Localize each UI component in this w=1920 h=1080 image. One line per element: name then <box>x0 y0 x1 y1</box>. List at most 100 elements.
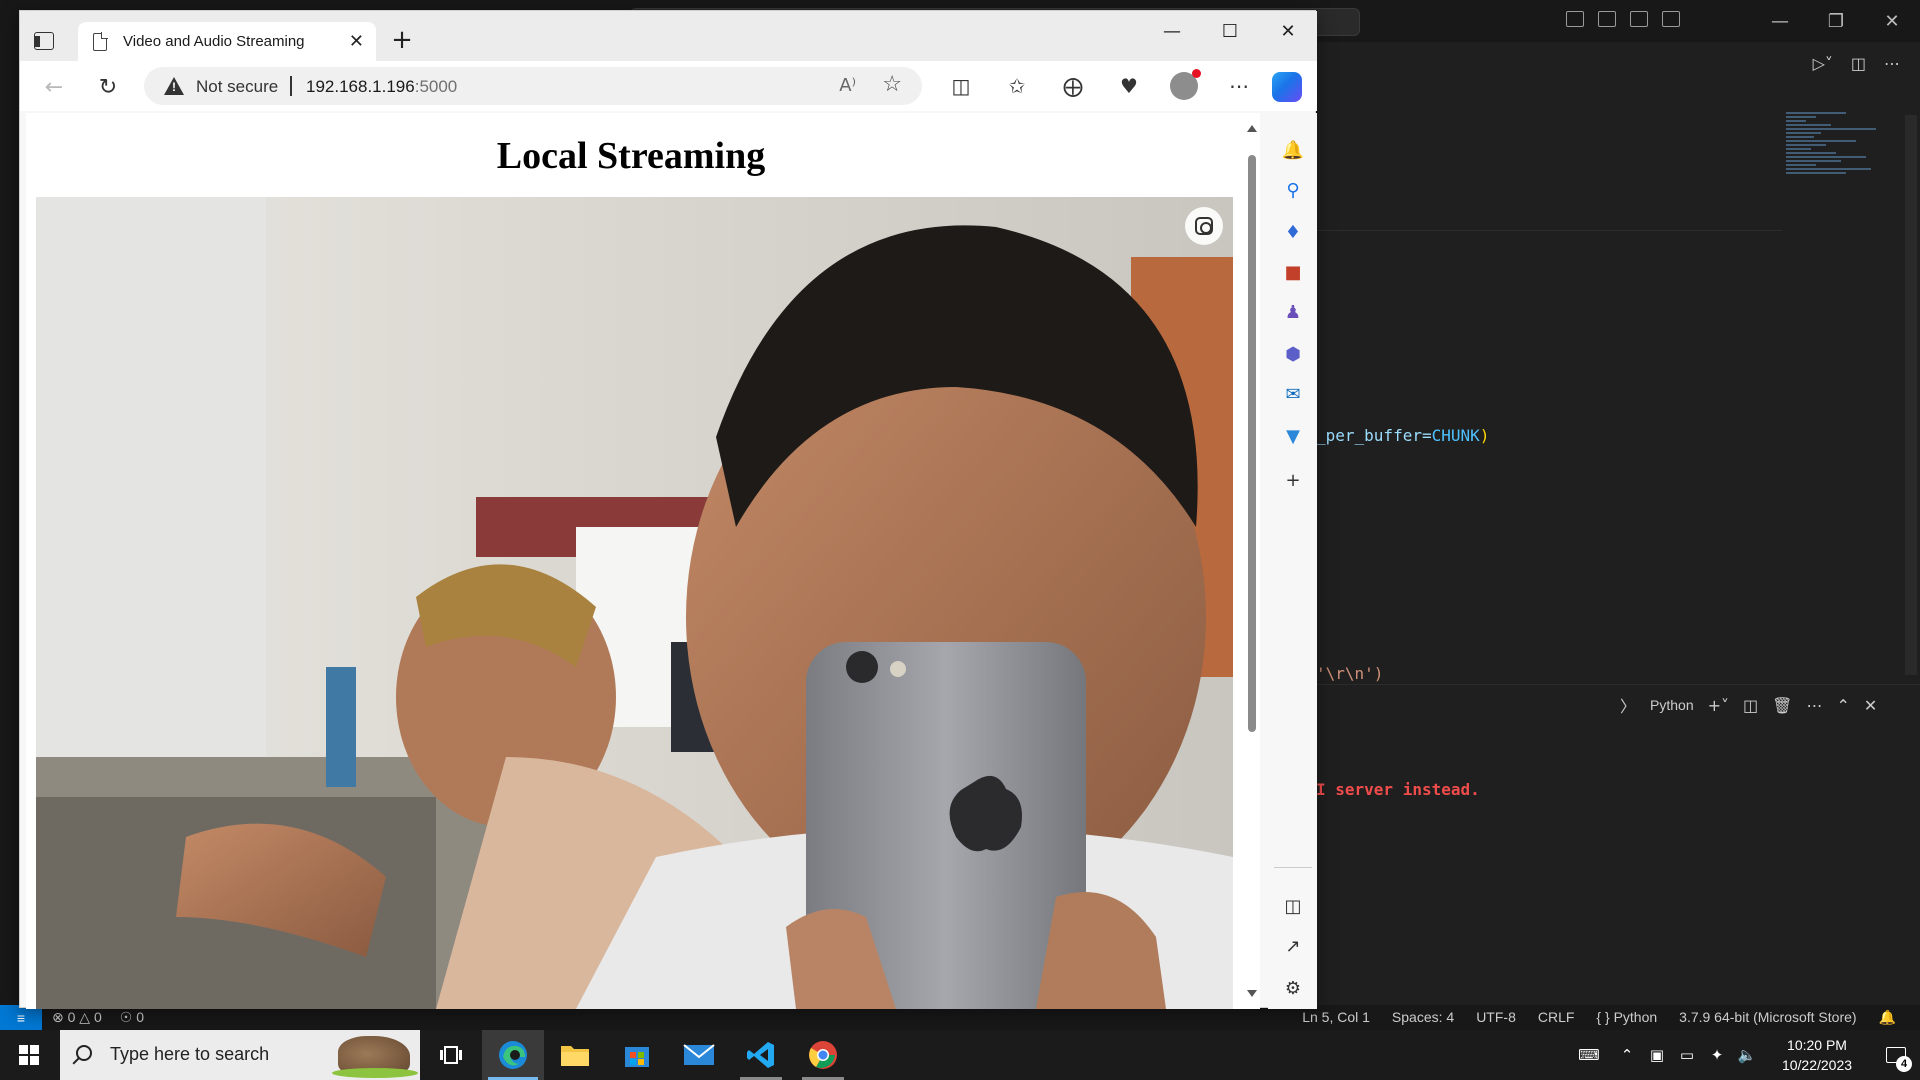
language-mode[interactable]: { } Python <box>1596 1009 1657 1026</box>
vscode-minimize-button[interactable]: — <box>1752 0 1808 42</box>
file-encoding[interactable]: UTF-8 <box>1476 1009 1516 1026</box>
problems-indicator[interactable]: ⊗ 0 △ 0 <box>52 1009 102 1026</box>
terminal-profile-label[interactable]: Python <box>1650 697 1694 713</box>
touch-keyboard-icon[interactable]: ⌨ <box>1566 1046 1612 1064</box>
notifications-bell-icon[interactable]: 🔔 <box>1879 1009 1896 1026</box>
open-external-icon[interactable]: ↗ <box>1280 933 1306 959</box>
error-count: 0 <box>67 1009 76 1025</box>
toggle-primary-sidebar-icon[interactable] <box>1566 11 1584 27</box>
close-panel-icon[interactable]: ✕ <box>1864 696 1877 715</box>
visual-search-icon[interactable] <box>1185 207 1223 245</box>
taskbar-search[interactable]: Type here to search <box>60 1030 420 1080</box>
vscode-editor-scrollbar[interactable] <box>1905 115 1917 675</box>
microsoft365-icon[interactable]: ⬢ <box>1280 341 1306 367</box>
more-actions-icon[interactable]: ⋯ <box>1884 54 1900 73</box>
microsoft-store-icon[interactable] <box>606 1030 668 1080</box>
warning-icon[interactable] <box>164 77 184 95</box>
address-bar[interactable]: Not secure 192.168.1.196:5000 A⁾ ☆ <box>144 67 922 105</box>
system-tray: ⌨ ⌃ ▣ ▭ ✦ 🔈 10:20 PM 10/22/2023 4 <box>1566 1030 1920 1080</box>
cursor-position[interactable]: Ln 5, Col 1 <box>1302 1009 1370 1026</box>
code-line-stream-open[interactable]: _per_buffer=CHUNK) <box>1316 426 1489 445</box>
terminal-error-line: I server instead. <box>1316 780 1480 799</box>
video-stream[interactable] <box>36 197 1233 1009</box>
edge-minimize-button[interactable]: — <box>1143 11 1201 51</box>
clock-time: 10:20 PM <box>1787 1037 1847 1053</box>
code-line-crlf[interactable]: '\r\n') <box>1316 664 1383 683</box>
wifi-icon[interactable]: ✦ <box>1702 1046 1732 1064</box>
python-interpreter[interactable]: 3.7.9 64-bit (Microsoft Store) <box>1679 1009 1856 1026</box>
file-explorer-icon[interactable] <box>544 1030 606 1080</box>
split-editor-icon[interactable]: ◫ <box>1851 54 1866 73</box>
favorite-star-icon[interactable]: ☆ <box>882 72 902 97</box>
mail-icon[interactable] <box>668 1030 730 1080</box>
edge-window-controls: — ☐ ✕ <box>1143 11 1317 51</box>
tab-actions-menu[interactable] <box>30 29 58 53</box>
back-button[interactable]: ← <box>40 73 68 101</box>
split-terminal-icon[interactable]: ◫ <box>1743 696 1758 715</box>
more-icon[interactable]: ⋯ <box>1224 71 1254 101</box>
vscode-minimap[interactable] <box>1786 110 1906 210</box>
search-highlight-image[interactable] <box>332 1036 418 1078</box>
customize-layout-icon[interactable] <box>1662 11 1680 27</box>
ports-indicator[interactable]: ☉ 0 <box>120 1009 144 1026</box>
maximize-panel-icon[interactable]: ⌃ <box>1836 696 1849 715</box>
url-text[interactable]: 192.168.1.196:5000 <box>306 77 457 97</box>
new-terminal-icon[interactable]: +˅ <box>1708 696 1729 715</box>
vscode-restore-button[interactable]: ❐ <box>1808 0 1864 42</box>
collections-icon[interactable]: ⨁ <box>1058 71 1088 101</box>
windows-taskbar: Type here to search ⌨ ⌃ ▣ ▭ ✦ 🔈 10:20 PM… <box>0 1030 1920 1080</box>
battery-icon[interactable]: ▭ <box>1672 1046 1702 1064</box>
show-hidden-icons-icon[interactable]: ⌃ <box>1612 1046 1642 1064</box>
tab-video-audio-streaming[interactable]: Video and Audio Streaming ✕ <box>78 22 376 61</box>
favorites-icon[interactable]: ✩ <box>1002 71 1032 101</box>
taskbar-clock[interactable]: 10:20 PM 10/22/2023 <box>1762 1035 1872 1075</box>
search-icon[interactable]: ⚲ <box>1280 177 1306 203</box>
refresh-button[interactable]: ↻ <box>94 73 122 101</box>
terminal-more-icon[interactable]: ⋯ <box>1806 696 1822 715</box>
kill-terminal-icon[interactable]: 🗑 <box>1772 696 1792 715</box>
scroll-up-arrow[interactable] <box>1247 125 1257 132</box>
address-divider <box>290 76 292 96</box>
run-python-icon[interactable]: ▷˅ <box>1813 54 1833 73</box>
vscode-icon[interactable] <box>730 1030 792 1080</box>
add-icon[interactable]: + <box>1280 467 1306 493</box>
profile-avatar[interactable] <box>1170 69 1201 100</box>
clock-date: 10/22/2023 <box>1781 1057 1853 1073</box>
end-of-line[interactable]: CRLF <box>1538 1009 1575 1026</box>
vscode-close-button[interactable]: ✕ <box>1864 0 1920 42</box>
code-paren: ) <box>1479 426 1490 445</box>
action-center-button[interactable]: 4 <box>1872 1030 1920 1080</box>
task-view-icon[interactable] <box>420 1030 482 1080</box>
edge-maximize-button[interactable]: ☐ <box>1201 11 1259 51</box>
edge-icon[interactable] <box>482 1030 544 1080</box>
games-icon[interactable]: ♟ <box>1280 299 1306 325</box>
copilot-icon[interactable] <box>1272 72 1302 102</box>
page-title: Local Streaming <box>496 135 766 177</box>
notification-badge: 4 <box>1896 1056 1912 1072</box>
page-scrollbar[interactable] <box>1244 113 1260 1009</box>
new-tab-button[interactable]: + <box>388 27 416 55</box>
edge-close-button[interactable]: ✕ <box>1259 11 1317 51</box>
tab-close-icon[interactable]: ✕ <box>349 31 364 52</box>
chrome-icon[interactable] <box>792 1030 854 1080</box>
toggle-panel-icon[interactable] <box>1598 11 1616 27</box>
scroll-down-arrow[interactable] <box>1247 990 1257 997</box>
scroll-thumb[interactable] <box>1248 155 1256 732</box>
shopping-tag-icon[interactable]: ♦ <box>1280 219 1306 245</box>
read-aloud-icon[interactable]: A⁾ <box>839 75 856 96</box>
browser-essentials-icon[interactable]: ♥ <box>1114 71 1144 101</box>
start-button[interactable] <box>0 1030 58 1080</box>
bell-icon[interactable]: 🔔 <box>1280 137 1306 163</box>
settings-gear-icon[interactable]: ⚙ <box>1280 975 1306 1001</box>
drop-icon[interactable]: ▼ <box>1280 423 1306 449</box>
outlook-icon[interactable]: ✉ <box>1280 381 1306 407</box>
meet-now-icon[interactable]: ▣ <box>1642 1046 1672 1064</box>
security-label[interactable]: Not secure <box>196 77 278 97</box>
tools-briefcase-icon[interactable]: ■ <box>1280 259 1306 285</box>
volume-muted-icon[interactable]: 🔈 <box>1732 1046 1762 1064</box>
split-screen-icon[interactable]: ◫ <box>946 71 976 101</box>
indentation[interactable]: Spaces: 4 <box>1392 1009 1454 1026</box>
toggle-secondary-sidebar-icon[interactable] <box>1630 11 1648 27</box>
sidebar-toggle-icon[interactable]: ◫ <box>1280 893 1306 919</box>
tab-actions-icon <box>34 32 54 50</box>
